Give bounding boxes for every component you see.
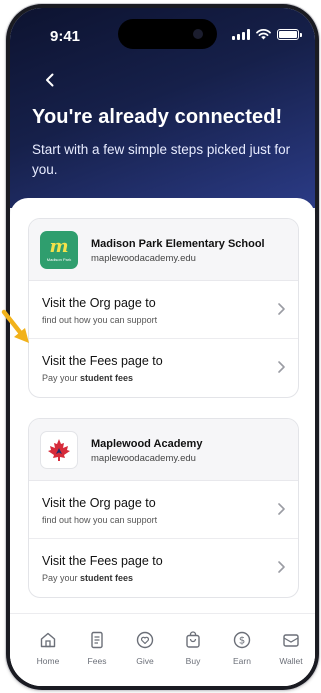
back-button[interactable]	[38, 68, 62, 92]
tab-label: Wallet	[279, 656, 303, 666]
org-card-header[interactable]: m Madison Park Madison Park Elementary S…	[29, 219, 298, 281]
org-name: Madison Park Elementary School	[91, 238, 265, 250]
status-time: 9:41	[50, 28, 81, 45]
school-logo: m Madison Park	[40, 231, 78, 269]
tab-label: Buy	[185, 656, 201, 666]
row-subtitle: find out how you can support	[42, 315, 158, 325]
app-screen: 9:41 You're already connected! Start wit…	[10, 8, 315, 686]
page-title: You're already connected!	[32, 106, 283, 128]
chevron-right-icon	[278, 361, 285, 373]
chevron-left-icon	[46, 73, 54, 87]
org-card-header[interactable]: Maplewood Academy maplewoodacademy.edu	[29, 419, 298, 481]
org-card-madison-park: m Madison Park Madison Park Elementary S…	[28, 218, 299, 398]
tab-give[interactable]: Give	[121, 630, 169, 666]
visit-fees-page-row[interactable]: Visit the Fees page to Pay your student …	[29, 339, 298, 397]
tab-label: Fees	[87, 656, 107, 666]
tab-label: Give	[136, 656, 154, 666]
cellular-signal-icon	[232, 29, 250, 40]
dynamic-island	[118, 19, 217, 49]
chevron-right-icon	[278, 561, 285, 573]
tab-wallet[interactable]: Wallet	[267, 630, 315, 666]
org-domain: maplewoodacademy.edu	[91, 453, 196, 464]
org-name: Maplewood Academy	[91, 438, 203, 450]
phone-frame: 9:41 You're already connected! Start wit…	[6, 4, 319, 690]
heart-icon	[136, 631, 154, 649]
camera-icon	[193, 29, 203, 39]
visit-fees-page-row[interactable]: Visit the Fees page to Pay your student …	[29, 539, 298, 597]
tab-label: Home	[36, 656, 60, 666]
row-subtitle: find out how you can support	[42, 515, 158, 525]
row-subtitle-emphasis: student fees	[80, 573, 134, 583]
page-subtitle: Start with a few simple steps picked jus…	[32, 142, 291, 177]
header-background: 9:41 You're already connected! Start wit…	[10, 8, 315, 208]
tab-home[interactable]: Home	[24, 630, 72, 666]
tab-fees[interactable]: Fees	[73, 630, 121, 666]
row-title: Visit the Org page to	[42, 496, 156, 510]
svg-text:$: $	[239, 636, 245, 647]
org-domain: maplewoodacademy.edu	[91, 253, 196, 264]
home-icon	[40, 632, 56, 648]
battery-icon	[277, 29, 302, 40]
maple-leaf-logo	[40, 431, 78, 469]
maple-leaf-icon	[48, 439, 70, 461]
status-icons	[232, 29, 302, 40]
row-title: Visit the Fees page to	[42, 354, 163, 368]
org-card-maplewood-academy: Maplewood Academy maplewoodacademy.edu V…	[28, 418, 299, 598]
bottom-tab-bar: Home Fees Give Buy $ Earn Wallet	[10, 613, 315, 686]
row-subtitle-prefix: Pay your	[42, 373, 81, 383]
shopping-bag-icon	[186, 631, 200, 648]
wallet-icon	[283, 634, 299, 647]
chevron-right-icon	[278, 303, 285, 315]
annotation-arrow-icon	[1, 309, 29, 343]
dollar-coin-icon: $	[233, 631, 251, 649]
tab-label: Earn	[233, 656, 251, 666]
wifi-icon	[256, 29, 271, 40]
visit-org-page-row[interactable]: Visit the Org page to find out how you c…	[29, 281, 298, 339]
row-subtitle-emphasis: student fees	[80, 373, 134, 383]
row-title: Visit the Org page to	[42, 296, 156, 310]
row-subtitle: Pay your student fees	[42, 573, 133, 583]
row-subtitle: Pay your student fees	[42, 373, 133, 383]
status-bar: 9:41	[10, 8, 315, 58]
school-logo-text: Madison Park	[46, 257, 72, 262]
receipt-icon	[91, 631, 103, 649]
tab-earn[interactable]: $ Earn	[218, 630, 266, 666]
tab-buy[interactable]: Buy	[169, 630, 217, 666]
visit-org-page-row[interactable]: Visit the Org page to find out how you c…	[29, 481, 298, 539]
row-title: Visit the Fees page to	[42, 554, 163, 568]
row-subtitle-prefix: Pay your	[42, 573, 81, 583]
school-logo-mark: m	[49, 236, 69, 257]
chevron-right-icon	[278, 503, 285, 515]
